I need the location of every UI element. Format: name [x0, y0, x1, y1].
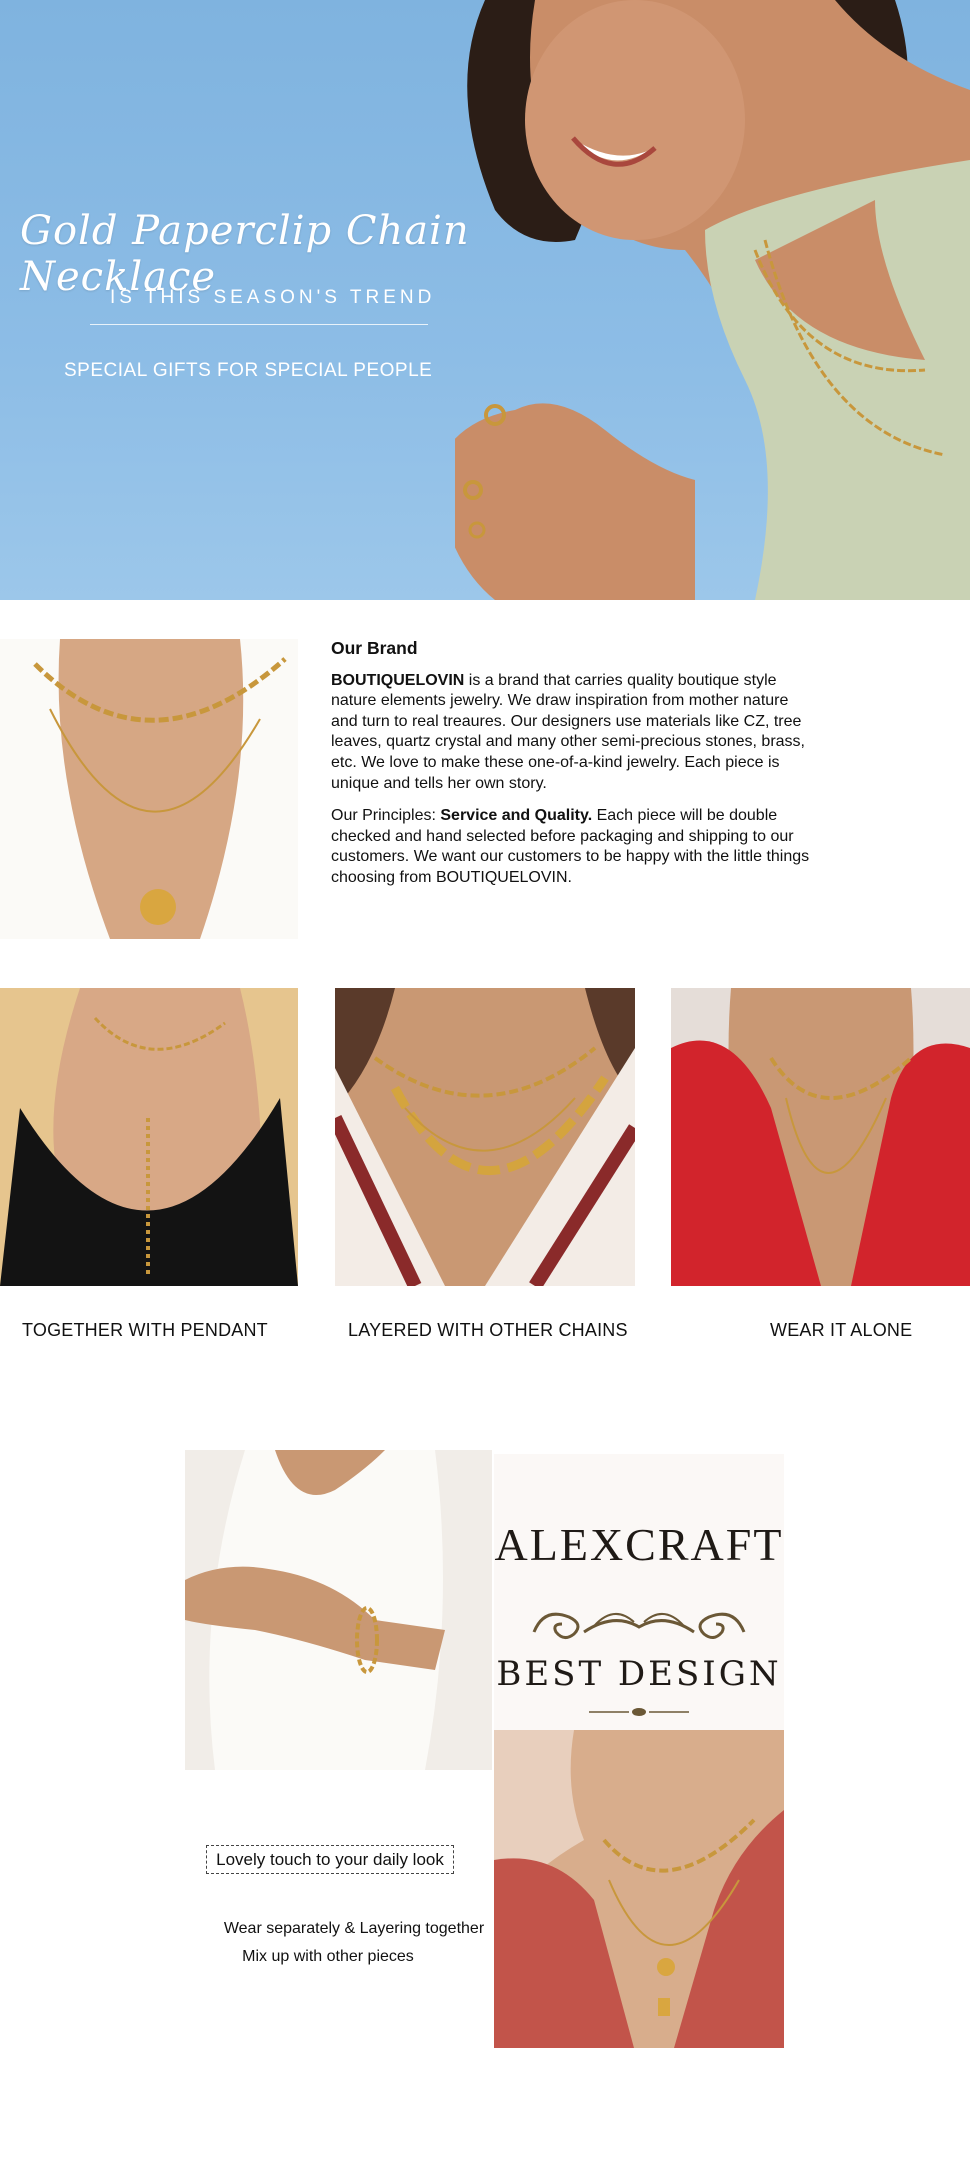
caption-together-with-pendant: TOGETHER WITH PENDANT — [22, 1320, 268, 1340]
style-photo-layered — [335, 988, 635, 1286]
style-photo-alone — [671, 988, 970, 1286]
caption-layered-with-other-chains: LAYERED WITH OTHER CHAINS — [348, 1320, 628, 1340]
hero-banner: Gold Paperclip Chain Necklace IS THIS SE… — [0, 0, 970, 600]
brand-description: Our Brand BOUTIQUELOVIN is a brand that … — [331, 638, 811, 901]
bracelet-photo — [185, 1450, 492, 1770]
hero-divider — [90, 324, 428, 325]
model-necklace-photo — [494, 1730, 784, 2048]
ornament-icon — [532, 1612, 746, 1639]
lovely-touch-label: Lovely touch to your daily look — [206, 1845, 454, 1874]
brand-logo-card: ALEXCRAFT BEST DESIGN — [494, 1454, 784, 1730]
caption-wear-it-alone: WEAR IT ALONE — [770, 1320, 913, 1340]
brand-necklace-photo — [0, 639, 298, 939]
divider-ornament-icon — [589, 1708, 689, 1716]
logo-tagline: BEST DESIGN — [496, 1654, 782, 1694]
brand-paragraph-text: is a brand that carries quality boutique… — [331, 671, 805, 792]
principles-label: Our Principles: — [331, 807, 441, 825]
hero-subtitle: IS THIS SEASON'S TREND — [110, 287, 436, 308]
logo-name: ALEXCRAFT — [494, 1519, 784, 1570]
mix-up-text: Mix up with other pieces — [242, 1948, 414, 1965]
brand-paragraph: BOUTIQUELOVIN is a brand that carries qu… — [331, 671, 811, 795]
brand-heading: Our Brand — [331, 638, 418, 658]
principles-bold: Service and Quality. — [440, 807, 593, 825]
hero-tagline: SPECIAL GIFTS FOR SPECIAL PEOPLE — [64, 360, 433, 381]
brand-name: BOUTIQUELOVIN — [331, 671, 465, 689]
hero-model-photo — [455, 0, 970, 600]
principles-paragraph: Our Principles: Service and Quality. Eac… — [331, 806, 811, 888]
wear-separately-text: Wear separately & Layering together — [223, 1920, 485, 1937]
style-photo-pendant — [0, 988, 298, 1286]
